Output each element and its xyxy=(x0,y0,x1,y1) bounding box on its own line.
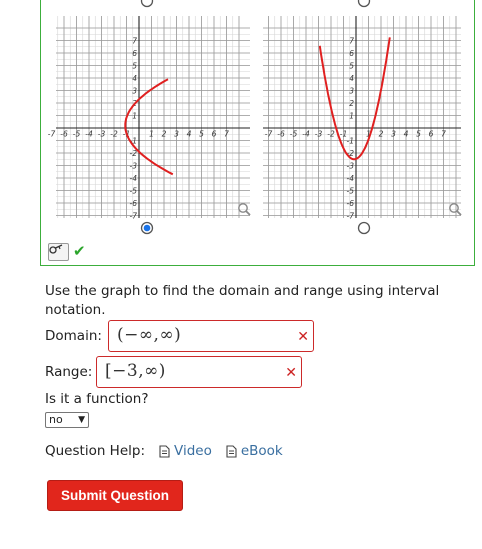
graph-radio-selected[interactable] xyxy=(140,221,154,235)
question-instruction: Use the graph to find the domain and ran… xyxy=(45,283,440,318)
y-tick-label: 3 xyxy=(132,87,137,96)
y-tick-label: -4 xyxy=(347,174,355,183)
graph-choices-panel: -7 -6 -5 -4 -3 -2 -1 1 2 3 4 5 6 7 7 6 5 4 3 2 1 -1 -2 -3 -4 -5 -6… xyxy=(40,0,475,266)
y-tick-label: -3 xyxy=(130,162,138,171)
ebook-link-label: eBook xyxy=(240,443,283,459)
graph-radio-top[interactable] xyxy=(357,0,371,8)
range-label: Range: xyxy=(45,364,93,380)
function-question: Is it a function? xyxy=(45,391,149,407)
y-tick-label: 1 xyxy=(132,112,137,121)
domain-label: Domain: xyxy=(45,328,102,344)
x-tick-label: -2 xyxy=(110,130,118,139)
x-tick-label: 5 xyxy=(199,130,204,139)
x-tick-label: -7 xyxy=(48,130,56,139)
x-tick-label: 2 xyxy=(379,130,384,139)
x-tick-label: -2 xyxy=(327,130,335,139)
graph-left: -7 -6 -5 -4 -3 -2 -1 1 2 3 4 5 6 77654321-1-2-3-4-5-6… xyxy=(48,0,251,235)
y-tick-label: -2 xyxy=(130,149,138,158)
range-answer-field[interactable]: [−3,∞) ✕ xyxy=(96,356,302,388)
document-icon xyxy=(226,444,237,458)
x-tick-label: -5 xyxy=(290,130,298,139)
ebook-link[interactable]: eBook xyxy=(226,443,283,459)
domain-value: (−∞,∞) xyxy=(117,325,182,345)
y-tick-label: 3 xyxy=(349,87,354,96)
x-tick-label: 4 xyxy=(404,130,409,139)
y-tick-label: -3 xyxy=(347,162,355,171)
x-tick-label: 6 xyxy=(429,130,434,139)
x-tick-label: 4 xyxy=(187,130,192,139)
check-icon: ✔ xyxy=(73,242,86,260)
key-button[interactable] xyxy=(48,243,69,261)
y-tick-label: 5 xyxy=(132,62,137,71)
y-tick-label: -5 xyxy=(130,187,138,196)
x-tick-label: -5 xyxy=(73,130,81,139)
y-tick-label: -5 xyxy=(347,187,355,196)
y-tick-label: 6 xyxy=(349,49,354,58)
graph-radio-top[interactable] xyxy=(140,0,154,8)
x-tick-label: -4 xyxy=(302,130,310,139)
y-tick-label: -7 xyxy=(130,212,138,221)
x-tick-label: 7 xyxy=(441,130,446,139)
key-icon xyxy=(49,244,63,254)
video-link[interactable]: Video xyxy=(159,443,212,459)
x-tick-label: -4 xyxy=(85,130,93,139)
graph-right: -7 -6 -5 -4 -3 -2 -1 1 2 3 4 5 6 77654321-1-2-3-4-5-6… xyxy=(263,0,462,235)
y-tick-label: 4 xyxy=(349,74,354,83)
y-tick-label: 6 xyxy=(132,49,137,58)
x-tick-label: 2 xyxy=(162,130,167,139)
chevron-down-icon: ▼ xyxy=(78,415,85,425)
y-tick-label: -1 xyxy=(347,137,354,146)
submit-question-button[interactable]: Submit Question xyxy=(47,480,183,511)
function-curve xyxy=(318,37,391,161)
x-tick-label: 3 xyxy=(174,130,179,139)
range-value: [−3,∞) xyxy=(105,361,166,381)
document-icon xyxy=(159,444,170,458)
y-tick-label: 7 xyxy=(132,37,137,46)
y-tick-label: 4 xyxy=(132,74,137,83)
question-help: Question Help: Video eBook xyxy=(45,443,283,459)
x-tick-label: 3 xyxy=(391,130,396,139)
x-tick-label: 6 xyxy=(212,130,217,139)
y-tick-label: 2 xyxy=(349,99,354,108)
domain-answer-field[interactable]: (−∞,∞) ✕ xyxy=(108,320,314,352)
video-link-label: Video xyxy=(174,443,212,459)
x-tick-label: -3 xyxy=(315,130,323,139)
y-tick-label: 5 xyxy=(349,62,354,71)
x-tick-label: -7 xyxy=(265,130,273,139)
question-help-label: Question Help: xyxy=(45,443,145,459)
y-tick-label: 7 xyxy=(349,37,354,46)
x-tick-label: -6 xyxy=(277,130,285,139)
x-tick-label: 1 xyxy=(149,130,154,139)
y-tick-label: -4 xyxy=(130,174,138,183)
y-tick-label: -6 xyxy=(347,199,355,208)
graph-radio[interactable] xyxy=(357,221,371,235)
x-tick-label: -6 xyxy=(60,130,68,139)
function-select-value: no xyxy=(49,413,63,426)
graph-canvas: -7 -6 -5 -4 -3 -2 -1 1 2 3 4 5 6 77654321-1-2-3-4-5-6… xyxy=(48,0,462,235)
x-tick-label: -3 xyxy=(98,130,106,139)
incorrect-icon: ✕ xyxy=(297,329,309,345)
x-tick-label: 5 xyxy=(416,130,421,139)
y-tick-label: -7 xyxy=(347,212,355,221)
function-select[interactable]: no ▼ xyxy=(45,412,89,428)
x-tick-label: 7 xyxy=(224,130,229,139)
incorrect-icon: ✕ xyxy=(285,365,297,381)
y-tick-label: 1 xyxy=(349,112,354,121)
y-tick-label: -6 xyxy=(130,199,138,208)
